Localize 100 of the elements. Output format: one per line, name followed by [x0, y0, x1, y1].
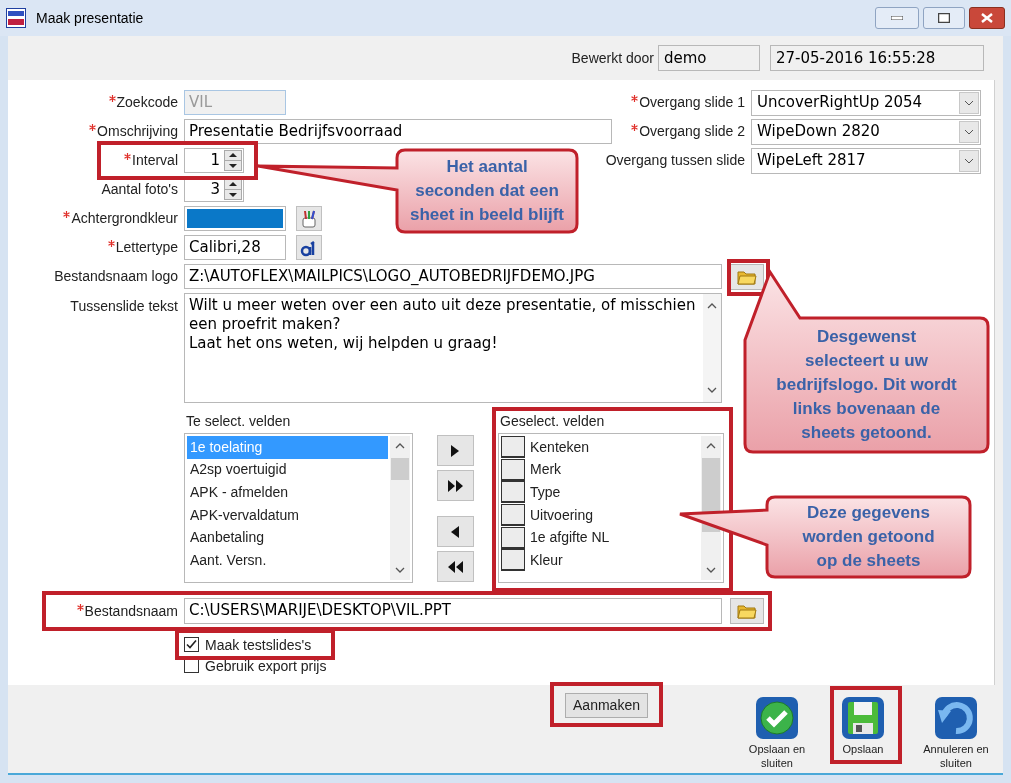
list-item[interactable]: APK - afmelden [187, 481, 388, 504]
edited-by-field: demo [658, 45, 760, 71]
list-item[interactable]: APK-vervaldatum [187, 503, 388, 527]
field-label: Aantal foto's [101, 180, 178, 199]
list-item[interactable]: Kleur [530, 548, 699, 572]
double-reverse-icon [447, 558, 464, 575]
list-item[interactable]: Kenteken [530, 436, 699, 459]
dropdown-value: WipeDown 2820 [756, 121, 881, 143]
list-item[interactable]: Uitvoering [530, 503, 699, 527]
required-icon [631, 124, 639, 131]
font-picker-button[interactable] [296, 235, 322, 260]
field-label: Bewerkt door [571, 48, 654, 68]
scrollbar[interactable] [701, 436, 721, 580]
folder-icon [737, 603, 757, 619]
callout-text: Desgewenst selecteert u uw bedrijfslogo. Dit wordt links bovenaan de sheets getoond. [776, 326, 957, 444]
chevron-down-icon [964, 157, 974, 164]
color-picker-button[interactable] [296, 206, 322, 231]
close-button[interactable] [969, 7, 1005, 29]
timestamp-field: 27-05-2016 16:55:28 [770, 45, 984, 71]
file-path-field[interactable]: Z:\AUTOFLEX\MAILPICS\LOGO_AUTOBEDRIJFDEMO.JPG [184, 264, 722, 289]
maximize-icon [938, 13, 950, 23]
list-item[interactable]: A2sp voertuigid [187, 458, 388, 482]
transition-dropdown[interactable]: UncoverRightUp 2054 [751, 89, 981, 116]
spin-value: 3 [209, 179, 221, 201]
window-title: Maak presentatie [36, 8, 144, 28]
dropdown-value: WipeLeft 2817 [756, 150, 867, 172]
field-label: Bestandsnaam [84, 601, 178, 621]
folder-icon [737, 268, 757, 285]
text-area[interactable]: Wilt u meer weten over een auto uit deze presentatie, of misschien een proefrit maken? Laat het ons weten, wij helpden u graag! [184, 293, 722, 403]
callout-text: Deze gegevens worden getoond op de sheets [802, 502, 935, 572]
chevron-down-icon [964, 99, 974, 106]
spin-value: 1 [209, 150, 221, 172]
spin-arrows-icon [224, 150, 242, 171]
required-icon [63, 211, 71, 218]
spin-field[interactable]: 3 [184, 177, 244, 202]
maximize-button[interactable] [923, 7, 965, 29]
app-icon [6, 8, 26, 28]
create-button[interactable]: Aanmaken [565, 693, 648, 718]
color-swatch[interactable] [187, 209, 283, 228]
row-marker [501, 526, 525, 549]
field-label: Overgang slide 2 [639, 122, 745, 141]
field-label: Overgang tussen slide [605, 151, 745, 170]
row-marker [501, 436, 525, 459]
browse-button[interactable] [730, 263, 764, 290]
field-label: Achtergrondkleur [71, 209, 178, 228]
dropdown-value: UncoverRightUp 2054 [756, 92, 924, 114]
brushes-icon [301, 209, 317, 228]
list-label: Te select. velden [185, 412, 292, 431]
transition-dropdown[interactable]: WipeDown 2820 [751, 118, 981, 145]
field-label: Zoekcode [116, 93, 178, 112]
text-area-value: Wilt u meer weten over een auto uit deze presentatie, of misschien een proefrit maken? Laat het ons weten, wij helpden u graag! [188, 295, 697, 354]
scrollbar[interactable] [703, 294, 721, 402]
transition-dropdown[interactable]: WipeLeft 2817 [751, 147, 981, 174]
checkbox-label: Gebruik export prijs [205, 657, 327, 674]
double-play-icon [447, 477, 464, 494]
field-list[interactable]: Kenteken Merk Type Uitvoering 1e afgifte NL Kleur [498, 433, 724, 583]
move-all-right-button[interactable] [437, 470, 474, 501]
text-field[interactable]: Presentatie Bedrijfsvoorraad [184, 119, 612, 144]
checkbox[interactable] [184, 637, 199, 652]
toolbar-button[interactable]: Opslaan [823, 696, 903, 756]
row-marker [501, 549, 525, 572]
field-label: Overgang slide 1 [639, 93, 745, 112]
callout-text: Het aantal seconden dat een sheet in beeld blijft [410, 156, 564, 226]
minimize-icon [891, 16, 903, 20]
required-icon [124, 153, 132, 160]
row-marker [501, 458, 525, 481]
field-list[interactable]: 1e toelating A2sp voertuigid APK - afmelden APK-vervaldatum Aanbetaling Aant. Versn. [184, 433, 413, 583]
list-item[interactable]: Aant. Versn. [187, 548, 388, 572]
field-label: Bestandsnaam logo [54, 267, 178, 286]
check-icon [755, 696, 799, 740]
list-label: Geselect. velden [499, 412, 606, 431]
required-icon [76, 603, 84, 611]
chevron-down-icon [964, 128, 974, 135]
font-field[interactable]: Calibri,28 [184, 235, 286, 260]
field-label: Tussenslide tekst [70, 297, 178, 316]
row-marker [501, 481, 525, 504]
list-item[interactable]: Aanbetaling [187, 526, 388, 549]
spin-arrows-icon [224, 179, 242, 200]
list-item[interactable]: Type [530, 481, 699, 504]
spin-field[interactable]: 1 [184, 148, 244, 173]
close-icon [981, 13, 993, 23]
move-left-button[interactable] [437, 516, 474, 547]
field-label: Omschrijving [97, 122, 178, 141]
required-icon [631, 95, 639, 102]
list-item[interactable]: Merk [530, 458, 699, 482]
move-right-button[interactable] [437, 435, 474, 466]
toolbar-button[interactable]: Opslaan en sluiten [737, 696, 817, 770]
field-label: Interval [132, 151, 178, 170]
move-all-left-button[interactable] [437, 551, 474, 582]
checkbox-label: Maak testslides's [205, 636, 312, 653]
code-field: VIL [184, 90, 286, 115]
required-icon [108, 95, 116, 102]
required-icon [107, 240, 115, 247]
file-path-field[interactable]: C:\USERS\MARIJE\DESKTOP\VIL.PPT [184, 598, 722, 624]
scrollbar[interactable] [390, 436, 410, 580]
toolbar-button[interactable]: Annuleren en sluiten [916, 696, 996, 770]
row-marker [501, 504, 525, 527]
list-item[interactable]: 1e afgifte NL [530, 526, 699, 549]
required-icon [89, 124, 97, 131]
field-label: Lettertype [115, 238, 178, 257]
